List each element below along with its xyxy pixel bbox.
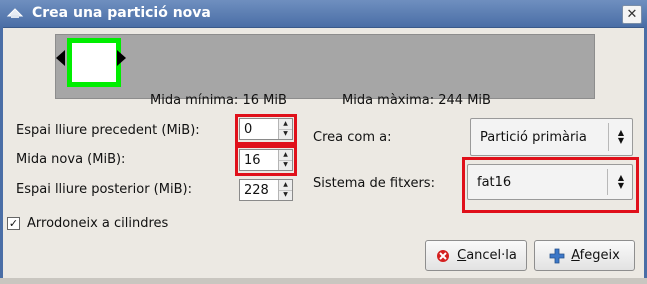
- add-icon: [549, 248, 565, 264]
- cancel-icon: [435, 248, 451, 264]
- free-before-label: Espai lliure precedent (MiB):: [16, 123, 200, 138]
- create-as-value: Partició primària: [480, 130, 587, 145]
- title-bar[interactable]: Crea una partició nova ✕: [0, 0, 647, 28]
- create-as-select[interactable]: Partició primària ▲ ▼: [470, 118, 633, 156]
- close-icon: ✕: [626, 7, 638, 22]
- free-before-highlight: [235, 114, 297, 145]
- free-after-label: Espai lliure posterior (MiB):: [16, 182, 192, 197]
- resize-handle-right-icon[interactable]: [117, 50, 126, 66]
- close-button[interactable]: ✕: [622, 5, 642, 24]
- new-size-label: Mida nova (MiB):: [16, 152, 126, 167]
- cancel-label: Cancel·la: [457, 248, 517, 263]
- updown-arrows-icon: ▲ ▼: [617, 128, 625, 145]
- filesystem-highlight: [462, 157, 639, 213]
- free-after-down-icon[interactable]: ▼: [279, 190, 292, 200]
- create-as-label: Crea com a:: [313, 130, 392, 145]
- resize-handle-left-icon[interactable]: [56, 50, 65, 66]
- free-after-spinner[interactable]: 228 ▲ ▼: [239, 179, 293, 201]
- min-size-label: Mida mínima: 16 MiB: [150, 93, 287, 108]
- round-cylinders-label[interactable]: Arrodoneix a cilindres: [27, 216, 168, 231]
- checkmark-icon: ✓: [8, 217, 19, 230]
- max-size-label: Mida màxima: 244 MiB: [342, 93, 491, 108]
- window-frame-left: [0, 27, 3, 284]
- window-menu-icon[interactable]: [6, 6, 24, 20]
- partition-bar[interactable]: [55, 34, 595, 99]
- new-partition-block[interactable]: [67, 38, 121, 87]
- window-title: Crea una partició nova: [32, 5, 211, 21]
- add-button[interactable]: Afegeix: [534, 240, 635, 271]
- background-window-strip: [0, 278, 647, 284]
- free-after-value[interactable]: 228: [244, 183, 269, 198]
- round-cylinders-checkbox[interactable]: ✓: [7, 217, 20, 230]
- new-size-highlight: [235, 145, 297, 176]
- cancel-button[interactable]: Cancel·la: [425, 240, 527, 271]
- filesystem-label: Sistema de fitxers:: [313, 176, 435, 191]
- add-label: Afegeix: [571, 248, 620, 263]
